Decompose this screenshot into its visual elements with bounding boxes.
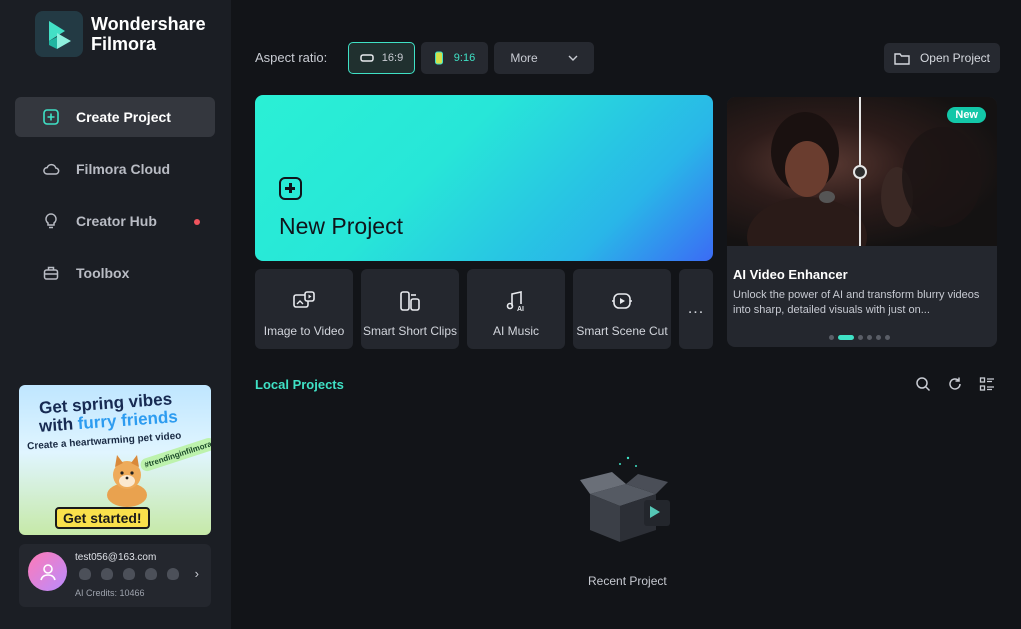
- sidebar-item-filmora-cloud[interactable]: Filmora Cloud: [15, 149, 215, 189]
- carousel-dots: [829, 335, 890, 340]
- app-name: Wondershare Filmora: [91, 14, 206, 54]
- aspect-ratio-label: Aspect ratio:: [255, 50, 328, 65]
- get-started-button[interactable]: Get started!: [55, 507, 150, 529]
- filmora-logo-icon: [35, 11, 83, 57]
- compare-handle[interactable]: [853, 165, 867, 179]
- feature-card-ai-video-enhancer[interactable]: New AI Video Enhancer Unlock the power o…: [727, 97, 997, 347]
- landscape-icon: [360, 54, 374, 62]
- carousel-dot[interactable]: [829, 335, 834, 340]
- badge-icon: [145, 568, 157, 580]
- sidebar-item-toolbox[interactable]: Toolbox: [15, 253, 215, 293]
- app-logo: Wondershare Filmora: [35, 11, 211, 57]
- image-to-video-icon: [293, 291, 315, 308]
- toolbox-icon: [43, 266, 59, 280]
- local-projects-title: Local Projects: [255, 377, 344, 392]
- new-project-card[interactable]: New Project: [255, 95, 713, 261]
- chevron-down-icon: [568, 55, 578, 61]
- tool-image-to-video[interactable]: Image to Video: [255, 269, 353, 349]
- svg-text:AI: AI: [517, 306, 524, 313]
- tool-smart-scene-cut[interactable]: Smart Scene Cut: [573, 269, 671, 349]
- sidebar-item-label: Create Project: [76, 109, 171, 125]
- aspect-9-16-button[interactable]: 9:16: [421, 42, 488, 74]
- feature-description: Unlock the power of AI and transform blu…: [733, 289, 980, 316]
- add-square-icon: [43, 109, 59, 125]
- lightbulb-icon: [45, 213, 57, 229]
- carousel-dot[interactable]: [876, 335, 881, 340]
- notification-dot: [194, 219, 200, 225]
- sidebar-item-create-project[interactable]: Create Project: [15, 97, 215, 137]
- chevron-right-icon[interactable]: ›: [195, 566, 199, 581]
- recent-project-label: Recent Project: [588, 574, 667, 588]
- aspect-more-dropdown[interactable]: More: [494, 42, 594, 74]
- feature-title: AI Video Enhancer: [733, 267, 848, 282]
- aspect-16-9-button[interactable]: 16:9: [348, 42, 415, 74]
- tool-ai-music[interactable]: AI AI Music: [467, 269, 565, 349]
- add-icon: [279, 177, 302, 200]
- carousel-dot[interactable]: [867, 335, 872, 340]
- local-projects-actions: [915, 376, 995, 392]
- tool-smart-short-clips[interactable]: Smart Short Clips: [361, 269, 459, 349]
- sidebar-item-creator-hub[interactable]: Creator Hub: [15, 201, 215, 241]
- sidebar-item-label: Toolbox: [76, 265, 130, 281]
- list-view-icon[interactable]: [979, 376, 995, 392]
- shiba-dog-illustration: [107, 455, 147, 507]
- badge-icon: [101, 568, 113, 580]
- carousel-dot[interactable]: [885, 335, 890, 340]
- account-badges: [79, 568, 179, 580]
- avatar[interactable]: [28, 552, 67, 591]
- cloud-icon: [43, 163, 60, 175]
- empty-box-icon: [580, 456, 670, 542]
- sidebar: Wondershare Filmora Create Project Filmo…: [0, 0, 231, 629]
- carousel-dot[interactable]: [858, 335, 863, 340]
- ai-credits: AI Credits: 10466: [75, 588, 145, 598]
- smart-short-clips-icon: [400, 291, 420, 311]
- sidebar-item-label: Creator Hub: [76, 213, 157, 229]
- account-panel[interactable]: test056@163.com AI Credits: 10466 ›: [19, 544, 211, 607]
- ai-music-icon: AI: [506, 291, 524, 313]
- new-project-label: New Project: [279, 213, 403, 239]
- user-icon: [39, 563, 56, 580]
- open-project-button[interactable]: Open Project: [884, 43, 1000, 73]
- carousel-dot-active[interactable]: [838, 335, 854, 340]
- new-badge: New: [947, 107, 986, 123]
- sidebar-item-label: Filmora Cloud: [76, 161, 171, 177]
- sidebar-nav: Create Project Filmora Cloud Creator Hub…: [15, 97, 215, 305]
- feature-preview-image: New: [727, 97, 997, 246]
- promo-banner[interactable]: Get spring vibes with furry friends Crea…: [19, 385, 211, 535]
- folder-icon: [894, 53, 910, 65]
- account-email: test056@163.com: [75, 552, 157, 563]
- badge-icon: [167, 568, 179, 580]
- tools-more-button[interactable]: ...: [679, 269, 713, 349]
- refresh-icon[interactable]: [947, 376, 963, 392]
- search-icon[interactable]: [915, 376, 931, 392]
- badge-icon: [79, 568, 91, 580]
- smart-scene-cut-icon: [612, 293, 632, 309]
- portrait-icon: [434, 51, 443, 65]
- badge-icon: [123, 568, 135, 580]
